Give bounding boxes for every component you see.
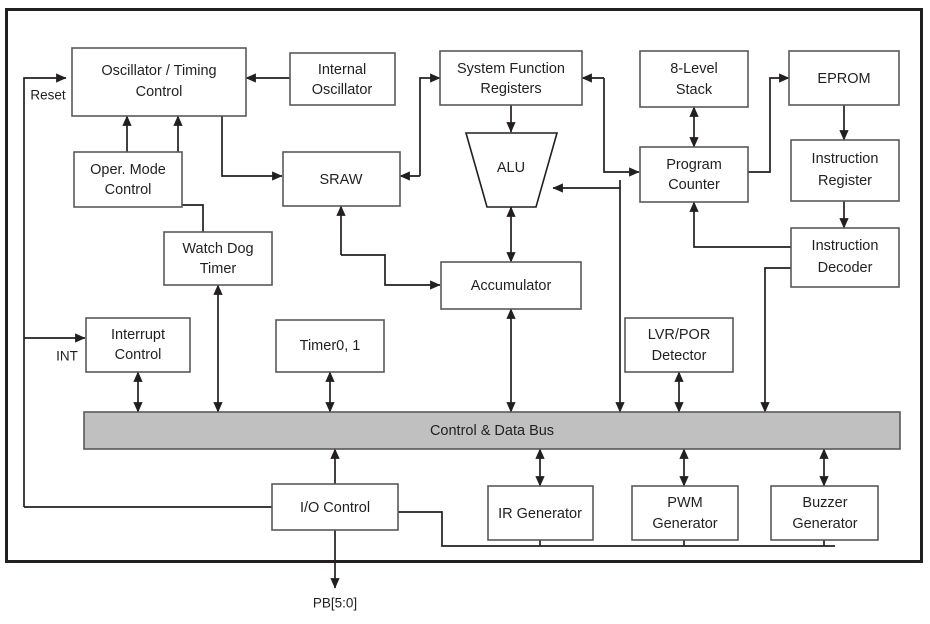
block-label-wdt-line1: Watch Dog [182,241,253,257]
block-label-oscillator-timing-line2: Control [136,84,183,100]
block-lvr-por-detector[interactable]: LVR/POR Detector [624,317,734,373]
block-alu[interactable]: ALU [464,132,559,208]
block-label-interrupt-control-line1: Interrupt [111,327,165,343]
block-label-alu: ALU [497,160,525,176]
block-program-counter[interactable]: Program Counter [639,146,749,203]
block-label-oscillator-timing-line1: Oscillator / Timing [101,63,216,79]
block-label-timer01: Timer0, 1 [300,338,361,354]
wire-instruction-decoder-to-bus [760,267,791,413]
wire-io-control-generator-rail [398,511,835,547]
mcu-block-diagram: Oscillator / Timing Control Internal Osc… [5,8,923,611]
block-label-lvr-por-line1: LVR/POR [648,327,711,343]
block-accumulator[interactable]: Accumulator [440,261,582,310]
block-interrupt-control[interactable]: Interrupt Control [85,317,191,373]
wire-sraw-to-accumulator [341,254,441,290]
wire-osc-timing-to-sraw [221,116,283,181]
block-label-program-counter-line2: Counter [668,177,720,193]
wire-instruction-decoder-to-program-counter [689,201,791,248]
block-label-sraw: SRAW [320,172,363,188]
block-label-internal-oscillator-line2: Oscillator [312,82,373,98]
block-label-accumulator: Accumulator [471,278,552,294]
block-label-internal-oscillator-line1: Internal [318,62,366,78]
wire-reset-to-oscillator [23,73,67,507]
block-label-ir-generator: IR Generator [498,506,582,522]
block-label-instruction-decoder-line2: Decoder [818,260,873,276]
block-label-io-control: I/O Control [300,500,370,516]
block-internal-oscillator[interactable]: Internal Oscillator [289,52,396,106]
signal-label-int: INT [56,349,78,364]
block-control-data-bus[interactable]: Control & Data Bus [83,411,901,450]
block-label-oper-mode-line1: Oper. Mode [90,162,166,178]
wire-column-to-program-counter [603,78,640,177]
block-label-stack-line2: Stack [676,82,713,98]
block-label-buzzer-generator-line1: Buzzer [802,495,847,511]
block-pwm-generator[interactable]: PWM Generator [631,485,739,541]
block-label-sfr-line2: Registers [480,81,541,97]
block-label-pwm-generator-line1: PWM [667,495,702,511]
block-label-program-counter-line1: Program [666,157,722,173]
block-label-stack-line1: 8-Level [670,61,718,77]
block-label-lvr-por-line2: Detector [652,348,707,364]
signal-label-reset: Reset [30,88,66,103]
block-label-instruction-register-line2: Register [818,173,872,189]
block-io-control[interactable]: I/O Control [271,483,399,531]
block-label-pwm-generator-line2: Generator [652,516,717,532]
block-watch-dog-timer[interactable]: Watch Dog Timer [163,231,273,286]
block-timer0-1[interactable]: Timer0, 1 [275,319,385,373]
wire-sraw-column-to-sfr [419,73,441,176]
block-label-oper-mode-line2: Control [105,182,152,198]
block-eprom[interactable]: EPROM [788,50,900,106]
wire-program-counter-to-eprom [748,73,790,173]
block-sraw[interactable]: SRAW [282,151,401,207]
block-diagram-canvas: Oscillator / Timing Control Internal Osc… [0,0,930,624]
block-instruction-register[interactable]: Instruction Register [790,139,900,202]
block-label-eprom: EPROM [817,71,870,87]
block-label-instruction-register-line1: Instruction [812,151,879,167]
block-ir-generator[interactable]: IR Generator [487,485,594,541]
block-instruction-decoder[interactable]: Instruction Decoder [790,227,900,288]
block-label-control-data-bus: Control & Data Bus [430,423,554,439]
block-label-instruction-decoder-line1: Instruction [812,238,879,254]
block-oper-mode-control[interactable]: Oper. Mode Control [73,151,183,208]
block-label-interrupt-control-line2: Control [115,347,162,363]
block-oscillator-timing-control[interactable]: Oscillator / Timing Control [71,47,247,117]
block-label-buzzer-generator-line2: Generator [792,516,857,532]
block-system-function-registers[interactable]: System Function Registers [439,50,583,106]
block-label-wdt-line2: Timer [200,261,237,277]
block-buzzer-generator[interactable]: Buzzer Generator [770,485,879,541]
signal-label-pb: PB[5:0] [313,596,357,611]
block-8-level-stack[interactable]: 8-Level Stack [639,50,749,108]
wire-decoder-column-to-alu [552,180,621,193]
block-label-sfr-line1: System Function [457,61,565,77]
